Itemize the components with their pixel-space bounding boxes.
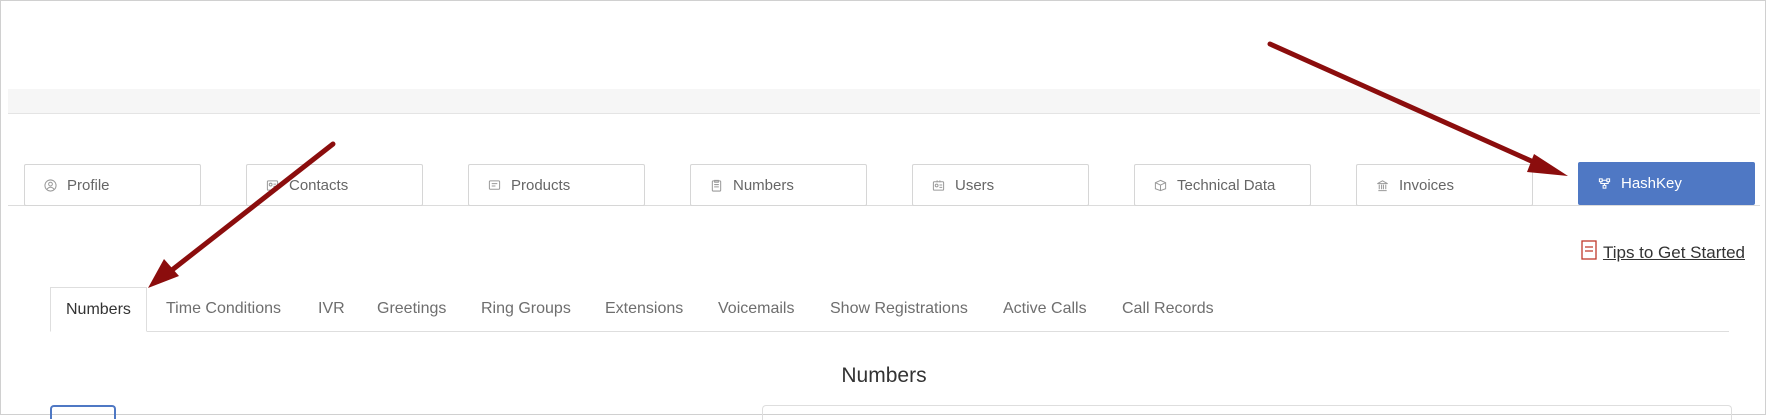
sub-tab-time-conditions[interactable]: Time Conditions: [166, 287, 281, 331]
sub-tab-label: Show Registrations: [830, 300, 968, 317]
sub-tab-label: Ring Groups: [481, 300, 571, 317]
main-tab-numbers[interactable]: Numbers: [690, 164, 867, 206]
user-circle-icon: [43, 178, 57, 192]
sub-tab-ring-groups[interactable]: Ring Groups: [481, 287, 571, 331]
contacts-icon: [265, 178, 279, 192]
main-tab-contacts[interactable]: Contacts: [246, 164, 423, 206]
sub-tab-voicemails[interactable]: Voicemails: [718, 287, 794, 331]
main-tab-users[interactable]: Users: [912, 164, 1089, 206]
clipboard-icon: [709, 178, 723, 192]
sub-tab-label: Voicemails: [718, 300, 795, 317]
content-panel: [762, 405, 1732, 420]
sub-tab-label: Numbers: [66, 300, 131, 318]
users-card-icon: [931, 178, 945, 192]
section-title: Numbers: [841, 364, 927, 387]
products-icon: [487, 178, 501, 192]
main-tab-profile[interactable]: Profile: [24, 164, 201, 206]
sub-tab-label: Greetings: [377, 300, 447, 317]
box-icon: [1153, 178, 1167, 192]
main-tab-label: Products: [511, 176, 571, 194]
header-band: [8, 89, 1760, 114]
tips-link[interactable]: Tips to Get Started: [1581, 240, 1745, 265]
tips-label: Tips to Get Started: [1602, 242, 1745, 262]
sub-tab-label: Time Conditions: [166, 300, 282, 317]
sub-tab-label: Call Records: [1122, 300, 1214, 317]
sub-tab-greetings[interactable]: Greetings: [377, 287, 446, 331]
sub-tab-bar: Numbers Time Conditions IVR Greetings Ri…: [50, 287, 1729, 332]
main-tab-invoices[interactable]: Invoices: [1356, 164, 1533, 206]
sub-tab-label: Active Calls: [1003, 300, 1087, 317]
main-tab-products[interactable]: Products: [468, 164, 645, 206]
main-tab-label: Users: [955, 176, 995, 194]
network-icon: [1597, 177, 1611, 191]
sub-tab-show-registrations[interactable]: Show Registrations: [830, 287, 968, 331]
main-tab-label: Contacts: [289, 176, 349, 194]
main-tab-label: HashKey: [1621, 175, 1682, 192]
bank-icon: [1375, 178, 1389, 192]
sub-tab-extensions[interactable]: Extensions: [605, 287, 683, 331]
main-tab-hashkey[interactable]: HashKey: [1578, 162, 1755, 205]
sub-tab-label: Extensions: [605, 300, 684, 317]
main-tab-label: Numbers: [733, 176, 794, 194]
sub-tab-ivr[interactable]: IVR: [318, 287, 345, 331]
sub-tab-active-calls[interactable]: Active Calls: [1003, 287, 1087, 331]
window-frame: [0, 0, 1766, 415]
sub-tab-numbers[interactable]: Numbers: [50, 287, 147, 332]
main-tab-label: Invoices: [1399, 176, 1455, 194]
main-tab-technical-data[interactable]: Technical Data: [1134, 164, 1311, 206]
main-tab-label: Profile: [67, 176, 110, 194]
sub-tab-call-records[interactable]: Call Records: [1122, 287, 1214, 331]
document-icon: [1581, 240, 1603, 265]
main-tab-label: Technical Data: [1177, 176, 1276, 194]
sub-tab-label: IVR: [318, 300, 345, 317]
